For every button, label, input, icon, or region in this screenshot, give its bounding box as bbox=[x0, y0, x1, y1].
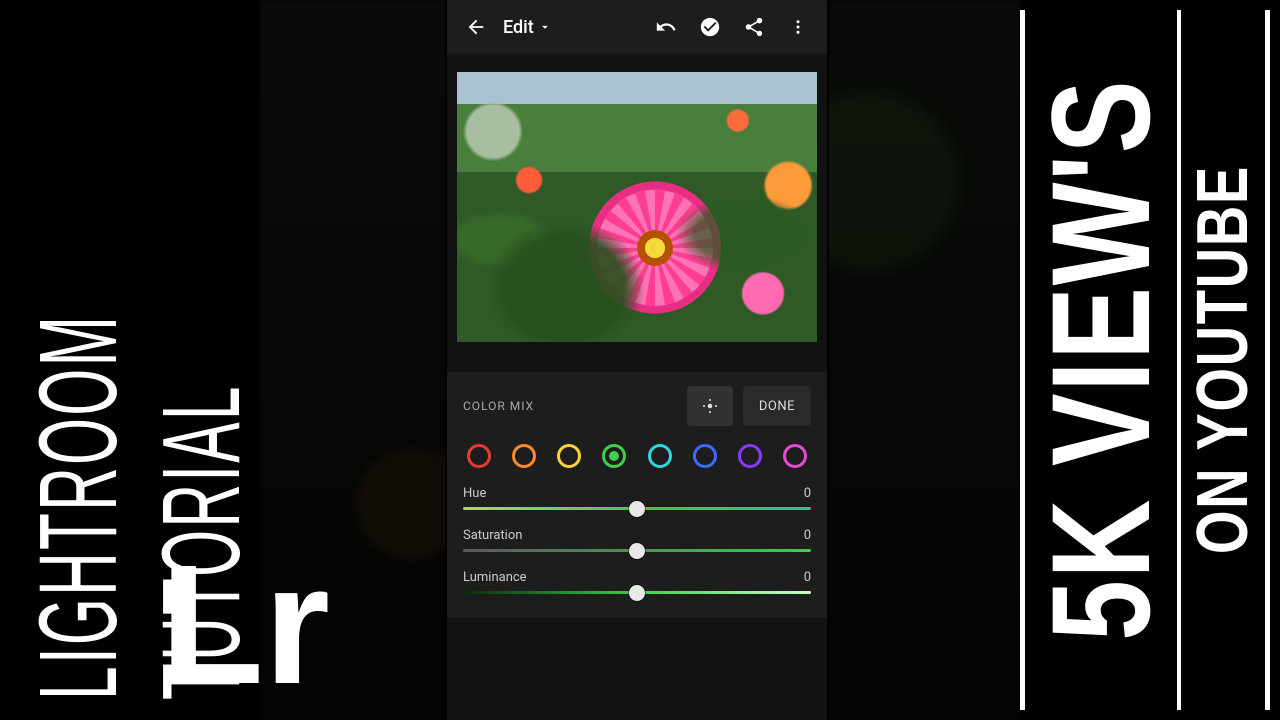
swatch-purple[interactable] bbox=[738, 444, 762, 468]
app-bar-title: Edit bbox=[503, 17, 534, 38]
overflow-menu-button[interactable] bbox=[781, 10, 815, 44]
luminance-slider[interactable] bbox=[463, 591, 811, 594]
edited-photo bbox=[457, 72, 817, 342]
saturation-value: 0 bbox=[804, 528, 811, 543]
swatch-green[interactable] bbox=[602, 444, 626, 468]
back-button[interactable] bbox=[459, 10, 493, 44]
hue-slider[interactable] bbox=[463, 507, 811, 510]
saturation-slider-thumb[interactable] bbox=[629, 543, 645, 559]
color-swatch-row bbox=[463, 440, 811, 486]
back-arrow-icon bbox=[465, 16, 487, 38]
overflow-menu-icon bbox=[789, 18, 807, 36]
luminance-slider-thumb[interactable] bbox=[629, 585, 645, 601]
hue-slider-thumb[interactable] bbox=[629, 501, 645, 517]
edit-mode-dropdown[interactable]: Edit bbox=[503, 17, 552, 38]
image-preview-area[interactable] bbox=[447, 54, 827, 372]
swatch-orange[interactable] bbox=[512, 444, 536, 468]
color-mix-panel: COLOR MIX DONE bbox=[447, 372, 827, 618]
swatch-red[interactable] bbox=[467, 444, 491, 468]
rule-bottom bbox=[1265, 10, 1270, 710]
right-title-line1: 5K VIEW'S bbox=[1031, 79, 1171, 641]
hue-slider-row: Hue 0 bbox=[463, 486, 811, 510]
accept-button[interactable] bbox=[693, 10, 727, 44]
caret-down-icon bbox=[538, 20, 552, 34]
check-circle-icon bbox=[699, 16, 721, 38]
phone-screen: Edit COLOR MIX bbox=[447, 0, 827, 720]
saturation-label: Saturation bbox=[463, 528, 522, 543]
lightroom-logo-text: Lr bbox=[160, 540, 330, 710]
done-button[interactable]: DONE bbox=[743, 386, 811, 426]
right-title-line2: ON YOUTUBE bbox=[1187, 166, 1259, 555]
swatch-blue[interactable] bbox=[693, 444, 717, 468]
swatch-aqua[interactable] bbox=[648, 444, 672, 468]
luminance-label: Luminance bbox=[463, 570, 527, 585]
left-title-block: LIGHTROOM TUTORIAL Lr bbox=[10, 0, 270, 720]
done-button-label: DONE bbox=[759, 399, 795, 414]
target-picker-button[interactable] bbox=[687, 386, 733, 426]
right-title-block: 5K VIEW'S ON YOUTUBE bbox=[1020, 0, 1270, 720]
swatch-magenta[interactable] bbox=[783, 444, 807, 468]
share-icon bbox=[743, 16, 765, 38]
swatch-yellow[interactable] bbox=[557, 444, 581, 468]
target-picker-icon bbox=[701, 397, 719, 415]
share-button[interactable] bbox=[737, 10, 771, 44]
luminance-slider-row: Luminance 0 bbox=[463, 570, 811, 594]
luminance-value: 0 bbox=[804, 570, 811, 585]
panel-title: COLOR MIX bbox=[463, 399, 677, 413]
hue-label: Hue bbox=[463, 486, 486, 501]
undo-button[interactable] bbox=[649, 10, 683, 44]
saturation-slider[interactable] bbox=[463, 549, 811, 552]
left-title-line1: LIGHTROOM bbox=[29, 315, 128, 700]
hue-value: 0 bbox=[804, 486, 811, 501]
undo-icon bbox=[655, 16, 677, 38]
app-bar: Edit bbox=[447, 0, 827, 54]
saturation-slider-row: Saturation 0 bbox=[463, 528, 811, 552]
